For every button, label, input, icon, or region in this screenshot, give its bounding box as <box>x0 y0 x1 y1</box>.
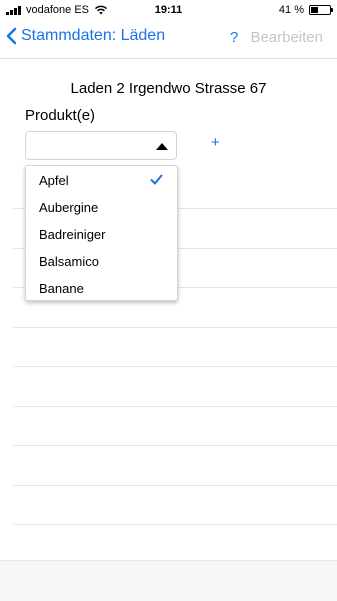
checkmark-icon <box>150 174 163 185</box>
bottom-toolbar <box>0 560 337 601</box>
list-separator <box>13 366 337 367</box>
dropdown-option-balsamico[interactable]: Balsamico <box>39 254 99 269</box>
product-select[interactable] <box>25 131 177 160</box>
dropdown-arrow-icon <box>156 143 168 150</box>
list-separator <box>13 406 337 407</box>
dropdown-option-apfel[interactable]: Apfel <box>39 173 69 188</box>
add-product-button[interactable]: + <box>211 134 220 151</box>
shop-title: Laden 2 Irgendwo Strasse 67 <box>70 80 267 97</box>
product-label: Produkt(e) <box>25 107 96 124</box>
dropdown-option-banane[interactable]: Banane <box>39 281 84 296</box>
dropdown-option-aubergine[interactable]: Aubergine <box>39 200 98 215</box>
list-separator <box>13 524 337 525</box>
list-separator <box>13 485 337 486</box>
product-dropdown: Apfel Aubergine Badreiniger Balsamico Ba… <box>25 165 178 301</box>
dropdown-option-badreiniger[interactable]: Badreiniger <box>39 227 106 242</box>
list-separator <box>13 327 337 328</box>
list-separator <box>13 445 337 446</box>
